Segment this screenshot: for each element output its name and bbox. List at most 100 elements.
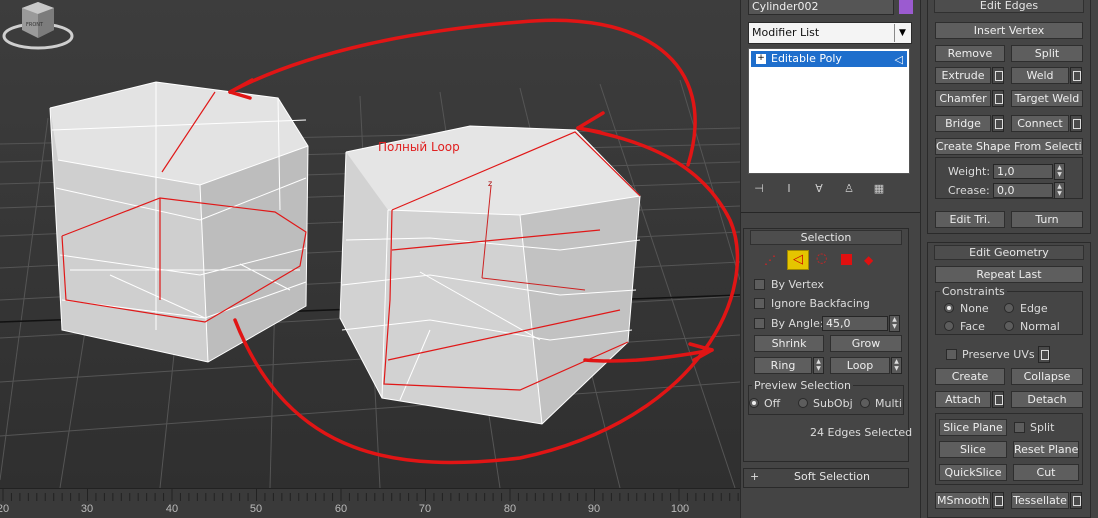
timeline-ruler[interactable]: 20 30 40 50 60 70 80 90 100	[0, 488, 740, 518]
preserve-uvs-settings-icon[interactable]	[1038, 346, 1050, 363]
modifier-list-dropdown[interactable]: Modifier List ▼	[748, 22, 912, 44]
bridge-button[interactable]: Bridge	[935, 115, 991, 132]
element-level-icon[interactable]: ◆	[864, 253, 873, 267]
split-checkbox[interactable]	[1014, 422, 1025, 433]
tessellate-button[interactable]: Tessellate	[1011, 492, 1069, 509]
expand-icon[interactable]: +	[756, 54, 766, 64]
edit-geometry-title[interactable]: Edit Geometry	[934, 245, 1084, 260]
loop-button[interactable]: Loop	[830, 357, 890, 374]
constraint-normal-label: Normal	[1020, 320, 1060, 333]
right-cylinder: z	[339, 125, 641, 425]
msmooth-button[interactable]: MSmooth	[935, 492, 991, 509]
selection-title[interactable]: Selection	[750, 230, 902, 245]
weight-spinner[interactable]: ▲ ▼	[1054, 163, 1065, 180]
slice-plane-button[interactable]: Slice Plane	[939, 419, 1007, 436]
by-angle-spinner[interactable]: ▲ ▼	[889, 315, 900, 332]
chevron-down-icon[interactable]: ▼	[894, 24, 910, 42]
stack-item-editable-poly[interactable]: + Editable Poly ◁	[751, 51, 907, 67]
soft-selection-title[interactable]: Soft Selection	[762, 470, 902, 485]
remove-button[interactable]: Remove	[935, 45, 1005, 62]
chamfer-settings-icon[interactable]	[992, 90, 1004, 107]
edit-edges-title[interactable]: Edit Edges	[934, 0, 1084, 13]
object-name-field[interactable]: Cylinder002	[748, 0, 894, 15]
msmooth-settings-icon[interactable]	[992, 492, 1004, 509]
ring-spinner[interactable]: ▲ ▼	[813, 357, 824, 374]
pin-stack-icon[interactable]: ⊣	[751, 182, 767, 198]
ignore-backfacing-label: Ignore Backfacing	[771, 297, 870, 310]
border-level-icon[interactable]: ◌	[816, 251, 827, 266]
quickslice-button[interactable]: QuickSlice	[939, 464, 1007, 481]
expand-icon[interactable]: +	[750, 470, 759, 483]
chamfer-button[interactable]: Chamfer	[935, 90, 991, 107]
constraint-face-radio[interactable]	[944, 321, 954, 331]
tick-label: 90	[587, 503, 601, 515]
repeat-last-button[interactable]: Repeat Last	[935, 266, 1083, 283]
edit-edges-rollout: Edit Edges Insert Vertex Remove Split Ex…	[927, 0, 1091, 234]
constraint-edge-radio[interactable]	[1004, 303, 1014, 313]
turn-button[interactable]: Turn	[1011, 211, 1083, 228]
tick-label: 20	[0, 503, 10, 515]
edit-panel: Edit Edges Insert Vertex Remove Split Ex…	[920, 0, 1098, 518]
stack-item-label: Editable Poly	[771, 52, 842, 65]
preserve-uvs-checkbox[interactable]	[946, 349, 957, 360]
modifier-list-label: Modifier List	[752, 26, 820, 39]
loop-spinner[interactable]: ▲ ▼	[891, 357, 902, 374]
preview-multi-label: Multi	[875, 397, 902, 410]
create-button[interactable]: Create	[935, 368, 1005, 385]
insert-vertex-button[interactable]: Insert Vertex	[935, 22, 1083, 39]
show-end-result-icon[interactable]: Ⅰ	[781, 182, 797, 198]
connect-button[interactable]: Connect	[1011, 115, 1069, 132]
vertex-level-icon[interactable]: ⋰	[764, 253, 776, 267]
extrude-settings-icon[interactable]	[992, 67, 1004, 84]
viewcube-icon[interactable]: FRONT	[0, 0, 76, 58]
remove-modifier-icon[interactable]: ♙	[841, 182, 857, 198]
object-color-swatch[interactable]	[899, 0, 913, 14]
configure-sets-icon[interactable]: ▦	[871, 182, 887, 198]
create-shape-button[interactable]: Create Shape From Selection	[935, 138, 1083, 155]
crease-spinner[interactable]: ▲ ▼	[1054, 182, 1065, 199]
polygon-level-icon[interactable]	[841, 254, 852, 265]
preserve-uvs-label: Preserve UVs	[962, 348, 1035, 361]
modifier-stack[interactable]: + Editable Poly ◁	[748, 48, 910, 174]
edit-tri-button[interactable]: Edit Tri.	[935, 211, 1005, 228]
constraint-normal-radio[interactable]	[1004, 321, 1014, 331]
preview-off-label: Off	[764, 397, 781, 410]
perspective-viewport[interactable]: z Полный Loop FRONT	[0, 0, 740, 488]
attach-button[interactable]: Attach	[935, 391, 991, 408]
tick-label: 60	[334, 503, 348, 515]
slice-button[interactable]: Slice	[939, 441, 1007, 458]
ring-button[interactable]: Ring	[754, 357, 812, 374]
split-label: Split	[1030, 421, 1055, 434]
bridge-settings-icon[interactable]	[992, 115, 1004, 132]
edge-level-icon[interactable]: ◁	[787, 250, 809, 270]
preview-off-radio[interactable]	[749, 398, 759, 408]
weight-label: Weight:	[948, 165, 991, 178]
tessellate-settings-icon[interactable]	[1070, 492, 1082, 509]
preview-subobj-radio[interactable]	[798, 398, 808, 408]
split-button[interactable]: Split	[1011, 45, 1083, 62]
collapse-button[interactable]: Collapse	[1011, 368, 1083, 385]
reset-plane-button[interactable]: Reset Plane	[1013, 441, 1079, 458]
weld-button[interactable]: Weld	[1011, 67, 1069, 84]
shrink-button[interactable]: Shrink	[754, 335, 824, 352]
ignore-backfacing-checkbox[interactable]	[754, 298, 765, 309]
target-weld-button[interactable]: Target Weld	[1011, 90, 1083, 107]
make-unique-icon[interactable]: ∀	[811, 182, 827, 198]
detach-button[interactable]: Detach	[1011, 391, 1083, 408]
connect-settings-icon[interactable]	[1070, 115, 1082, 132]
weld-settings-icon[interactable]	[1070, 67, 1082, 84]
soft-selection-rollout[interactable]: + Soft Selection	[743, 468, 909, 488]
extrude-button[interactable]: Extrude	[935, 67, 991, 84]
constraint-none-radio[interactable]	[944, 303, 954, 313]
grow-button[interactable]: Grow	[830, 335, 902, 352]
cut-button[interactable]: Cut	[1013, 464, 1079, 481]
by-vertex-checkbox[interactable]	[754, 279, 765, 290]
by-angle-field[interactable]: 45,0	[822, 316, 888, 331]
by-angle-label: By Angle:	[771, 317, 824, 330]
crease-field[interactable]: 0,0	[993, 183, 1053, 198]
viewport-scene: z	[0, 18, 740, 488]
preview-multi-radio[interactable]	[860, 398, 870, 408]
attach-settings-icon[interactable]	[992, 391, 1004, 408]
by-angle-checkbox[interactable]	[754, 318, 765, 329]
weight-field[interactable]: 1,0	[993, 164, 1053, 179]
